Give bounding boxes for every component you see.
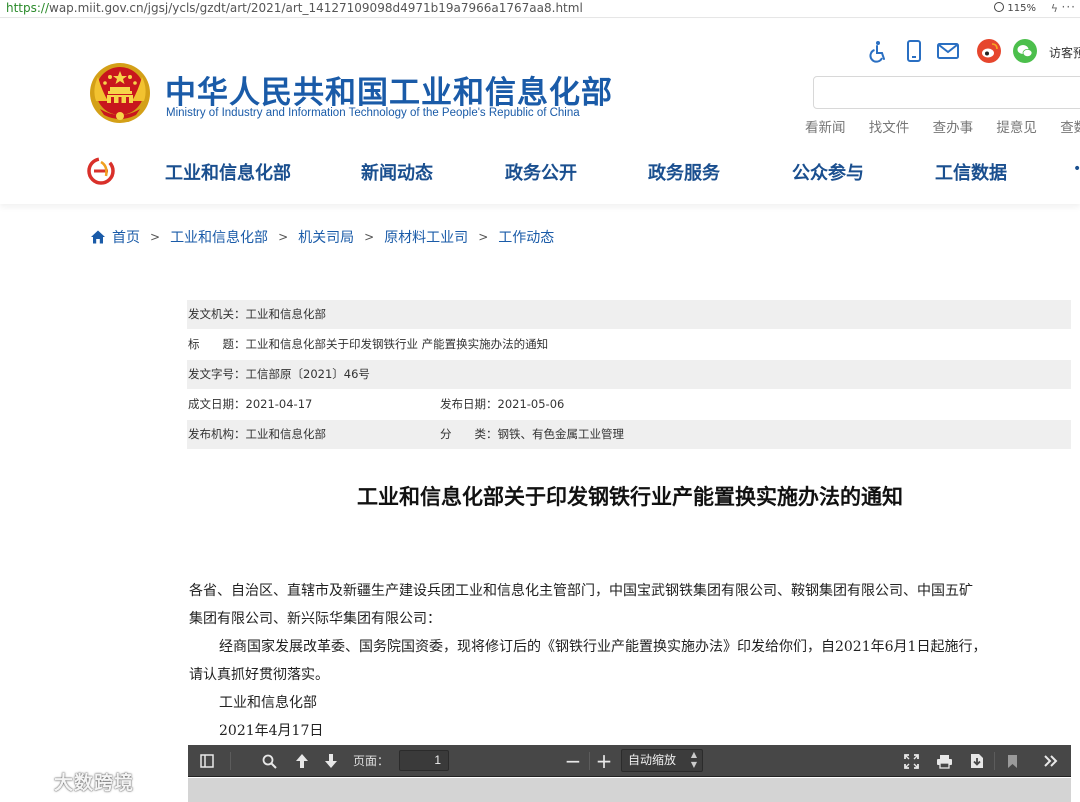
bookmark-icon[interactable] [1001, 745, 1023, 777]
dropdown-arrows-icon: ▲ ▼ [690, 750, 697, 769]
document-title: 工业和信息化部关于印发钢铁行业产能置换实施办法的通知 [357, 485, 903, 509]
site-title[interactable]: 中华人民共和国工业和信息化部 [165, 67, 613, 112]
lightning-icon[interactable]: ϟ [1051, 0, 1058, 17]
breadcrumb-departments[interactable]: 机关司局 [298, 227, 354, 247]
info-title: 标 题：工业和信息化部关于印发钢铁行业 产能置换实施办法的通知 [188, 337, 549, 351]
main-nav: 工业和信息化部 新闻动态 政务公开 政务服务 公众参与 工信数据 • [0, 149, 1080, 193]
browser-address-bar[interactable]: https://wap.miit.gov.cn/jgsj/ycls/gzdt/a… [0, 0, 1080, 18]
toolbar-divider [589, 752, 590, 770]
weibo-icon[interactable] [977, 39, 1001, 63]
body-line: 经商国家发展改革委、国务院国资委，现将修订后的《钢铁行业产能置换实施办法》印发给… [219, 639, 987, 655]
nav-gov-affairs[interactable]: 政务公开 [505, 159, 577, 185]
more-tools-icon[interactable] [1040, 745, 1062, 777]
site-header: 中华人民共和国工业和信息化部 Ministry of Industry and … [0, 19, 1080, 204]
zoom-select[interactable]: 自动缩放 ▲ ▼ [621, 749, 703, 772]
sidebar-toggle-icon[interactable] [196, 745, 218, 777]
signature: 工业和信息化部 [219, 695, 317, 711]
info-issuer: 发文机关：工业和信息化部 [188, 307, 326, 321]
quick-link-news[interactable]: 看新闻 [805, 116, 846, 136]
magnifier-icon [994, 2, 1005, 12]
info-row: 发文字号：工信部原〔2021〕46号 [187, 360, 1071, 389]
fullscreen-icon[interactable] [900, 745, 922, 777]
download-icon[interactable] [966, 745, 988, 777]
info-row: 成文日期：2021-04-17 发布日期：2021-05-06 [187, 390, 1071, 419]
previous-page-icon[interactable] [291, 745, 313, 777]
national-emblem-icon[interactable] [88, 61, 152, 125]
body-line: 各省、自治区、直辖市及新疆生产建设兵团工业和信息化主管部门，中国宝武钢铁集团有限… [189, 583, 973, 599]
breadcrumb-home[interactable]: 首页 [112, 227, 140, 247]
page-number-input[interactable]: 1 [399, 750, 449, 771]
breadcrumb-separator: > [364, 230, 375, 244]
quick-links: 看新闻 找文件 查办事 提意见 查数 [805, 116, 1080, 136]
info-created-date: 成文日期：2021-04-17 [188, 397, 313, 411]
breadcrumb: 首页 > 工业和信息化部 > 机关司局 > 原材料工业司 > 工作动态 [90, 227, 554, 247]
miit-logo-icon[interactable] [86, 156, 116, 186]
watermark: 大数跨境 [8, 766, 134, 796]
zoom-out-icon[interactable]: − [562, 745, 584, 777]
search-input[interactable] [813, 76, 1080, 109]
info-category: 分 类：钢铁、有色金属工业管理 [440, 427, 624, 441]
info-published-date: 发布日期：2021-05-06 [440, 397, 565, 411]
next-page-icon[interactable] [320, 745, 342, 777]
url-text[interactable]: https://wap.miit.gov.cn/jgsj/ycls/gzdt/a… [6, 0, 583, 17]
breadcrumb-separator: > [150, 230, 161, 244]
mail-icon[interactable] [936, 39, 960, 63]
nav-news[interactable]: 新闻动态 [361, 159, 433, 185]
document-info-table: 发文机关：工业和信息化部 标 题：工业和信息化部关于印发钢铁行业 产能置换实施办… [187, 300, 1071, 449]
breadcrumb-work-news[interactable]: 工作动态 [498, 227, 554, 247]
print-icon[interactable] [933, 745, 955, 777]
signature-date: 2021年4月17日 [219, 723, 324, 739]
breadcrumb-raw-materials[interactable]: 原材料工业司 [384, 227, 468, 247]
search-icon[interactable] [258, 745, 280, 777]
info-row: 发布机构：工业和信息化部 分 类：钢铁、有色金属工业管理 [187, 420, 1071, 449]
nav-data[interactable]: 工信数据 [935, 159, 1007, 185]
info-row: 标 题：工业和信息化部关于印发钢铁行业 产能置换实施办法的通知 [187, 330, 1071, 359]
visitor-link[interactable]: 访客预 [1049, 44, 1080, 61]
watermark-text: 大数跨境 [54, 771, 135, 794]
quick-link-services[interactable]: 查办事 [933, 116, 974, 136]
document-body: 各省、自治区、直辖市及新疆生产建设兵团工业和信息化主管部门，中国宝武钢铁集团有限… [189, 577, 1079, 745]
pdf-toolbar: 页面： 1 − + 自动缩放 ▲ ▼ [188, 745, 1071, 777]
info-row: 发文机关：工业和信息化部 [187, 300, 1071, 329]
info-publisher: 发布机构：工业和信息化部 [188, 427, 326, 441]
info-doc-number: 发文字号：工信部原〔2021〕46号 [188, 367, 370, 381]
zoom-in-icon[interactable]: + [593, 745, 615, 777]
breadcrumb-separator: > [478, 230, 489, 244]
quick-link-data[interactable]: 查数 [1060, 116, 1080, 136]
site-subtitle: Ministry of Industry and Information Tec… [166, 107, 580, 119]
breadcrumb-separator: > [278, 230, 289, 244]
quick-link-feedback[interactable]: 提意见 [996, 116, 1037, 136]
nav-more-icon[interactable]: • [1073, 161, 1080, 177]
wechat-icon[interactable] [1013, 39, 1037, 63]
watermark-logo-icon [11, 770, 46, 792]
quick-link-files[interactable]: 找文件 [869, 116, 910, 136]
home-icon [91, 230, 105, 244]
toolbar-divider [230, 752, 231, 770]
more-icon[interactable]: ··· [1062, 0, 1076, 16]
pdf-viewer-area[interactable] [188, 778, 1071, 802]
body-line: 集团有限公司、新兴际华集团有限公司： [189, 611, 441, 627]
zoom-indicator[interactable]: 115% [994, 0, 1036, 17]
breadcrumb-miit[interactable]: 工业和信息化部 [170, 227, 268, 247]
toolbar-divider [994, 752, 995, 770]
page-label: 页面： [353, 754, 390, 768]
nav-public[interactable]: 公众参与 [792, 159, 864, 185]
nav-gov-services[interactable]: 政务服务 [648, 159, 720, 185]
accessibility-icon[interactable] [866, 39, 890, 63]
body-line: 请认真抓好贯彻落实。 [189, 667, 329, 683]
nav-miit[interactable]: 工业和信息化部 [165, 159, 291, 185]
mobile-icon[interactable] [902, 39, 926, 63]
